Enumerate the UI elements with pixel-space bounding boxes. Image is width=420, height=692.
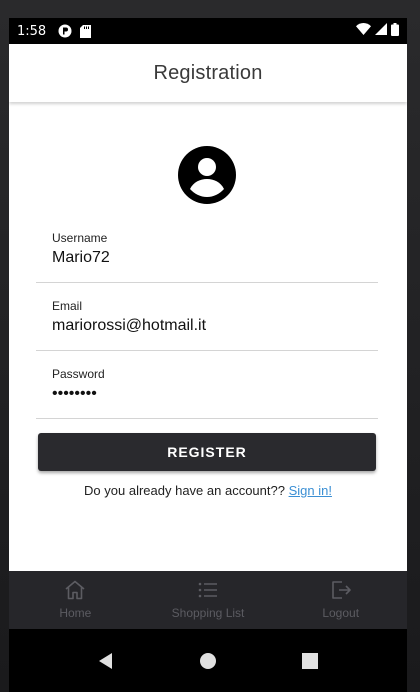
signin-prompt-row: Do you already have an account?? Sign in… (9, 483, 407, 498)
email-input[interactable] (52, 317, 372, 335)
list-icon (197, 580, 219, 606)
sd-card-icon (80, 24, 92, 38)
logout-icon (330, 580, 352, 606)
status-bar: 1:58 (9, 18, 407, 44)
user-avatar-icon (177, 145, 237, 205)
phone-screen: 1:58 Registration Username Mario72 Email… (9, 18, 407, 692)
nav-home-label: Home (59, 606, 92, 620)
app-bar: Registration (9, 44, 407, 102)
nav-item-home[interactable]: Home (9, 571, 142, 629)
bottom-navigation: Home Shopping List Logout (9, 571, 407, 629)
email-label: Email (52, 299, 83, 313)
recents-icon[interactable] (295, 646, 325, 676)
home-button-icon[interactable] (193, 646, 223, 676)
password-input[interactable] (52, 385, 372, 403)
email-field[interactable]: Email (36, 291, 378, 351)
username-field[interactable]: Username (36, 223, 378, 283)
nav-shopping-list-label: Shopping List (171, 606, 245, 620)
nav-item-shopping-list[interactable]: Shopping List (142, 571, 275, 629)
signin-prompt-text: Do you already have an account?? (84, 483, 289, 498)
battery-icon (391, 22, 399, 40)
status-time: 1:58 (17, 23, 47, 39)
system-navigation-bar (9, 629, 407, 692)
back-icon[interactable] (91, 646, 121, 676)
page-title: Registration (153, 61, 263, 84)
nav-item-logout[interactable]: Logout (274, 571, 407, 629)
notification-app-icon (58, 24, 72, 38)
nav-logout-label: Logout (322, 606, 360, 620)
username-input[interactable] (52, 249, 372, 267)
wifi-icon (356, 23, 371, 39)
register-button[interactable]: REGISTER (38, 433, 376, 471)
cell-signal-icon (375, 23, 387, 39)
signin-link[interactable]: Sign in! (289, 483, 332, 498)
username-label: Username (52, 231, 108, 245)
password-label: Password (52, 367, 105, 381)
password-field[interactable]: Password (36, 359, 378, 419)
home-icon (64, 580, 86, 606)
